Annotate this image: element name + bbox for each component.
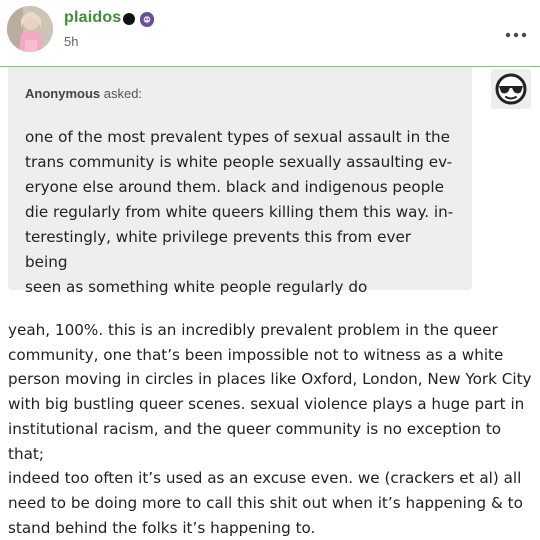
purple-skull-badge-icon[interactable] [140, 12, 154, 27]
sunglasses-face-icon[interactable] [491, 69, 531, 109]
answer-text: yeah, 100%. this is an incredibly preval… [8, 321, 532, 537]
post-username[interactable]: plaidos [64, 9, 121, 27]
post-timestamp[interactable]: 5h [64, 34, 78, 49]
asked-label: asked: [100, 86, 143, 101]
asker-line: Anonymous asked: [25, 86, 142, 101]
black-circle-badge-icon[interactable] [123, 13, 135, 25]
ask-box: Anonymous asked: one of the most prevale… [8, 67, 472, 296]
asker-name[interactable]: Anonymous [25, 86, 100, 101]
more-horizontal-icon[interactable] [505, 24, 527, 38]
user-avatar[interactable] [7, 6, 53, 52]
question-text: one of the most prevalent types of sexua… [25, 128, 454, 296]
